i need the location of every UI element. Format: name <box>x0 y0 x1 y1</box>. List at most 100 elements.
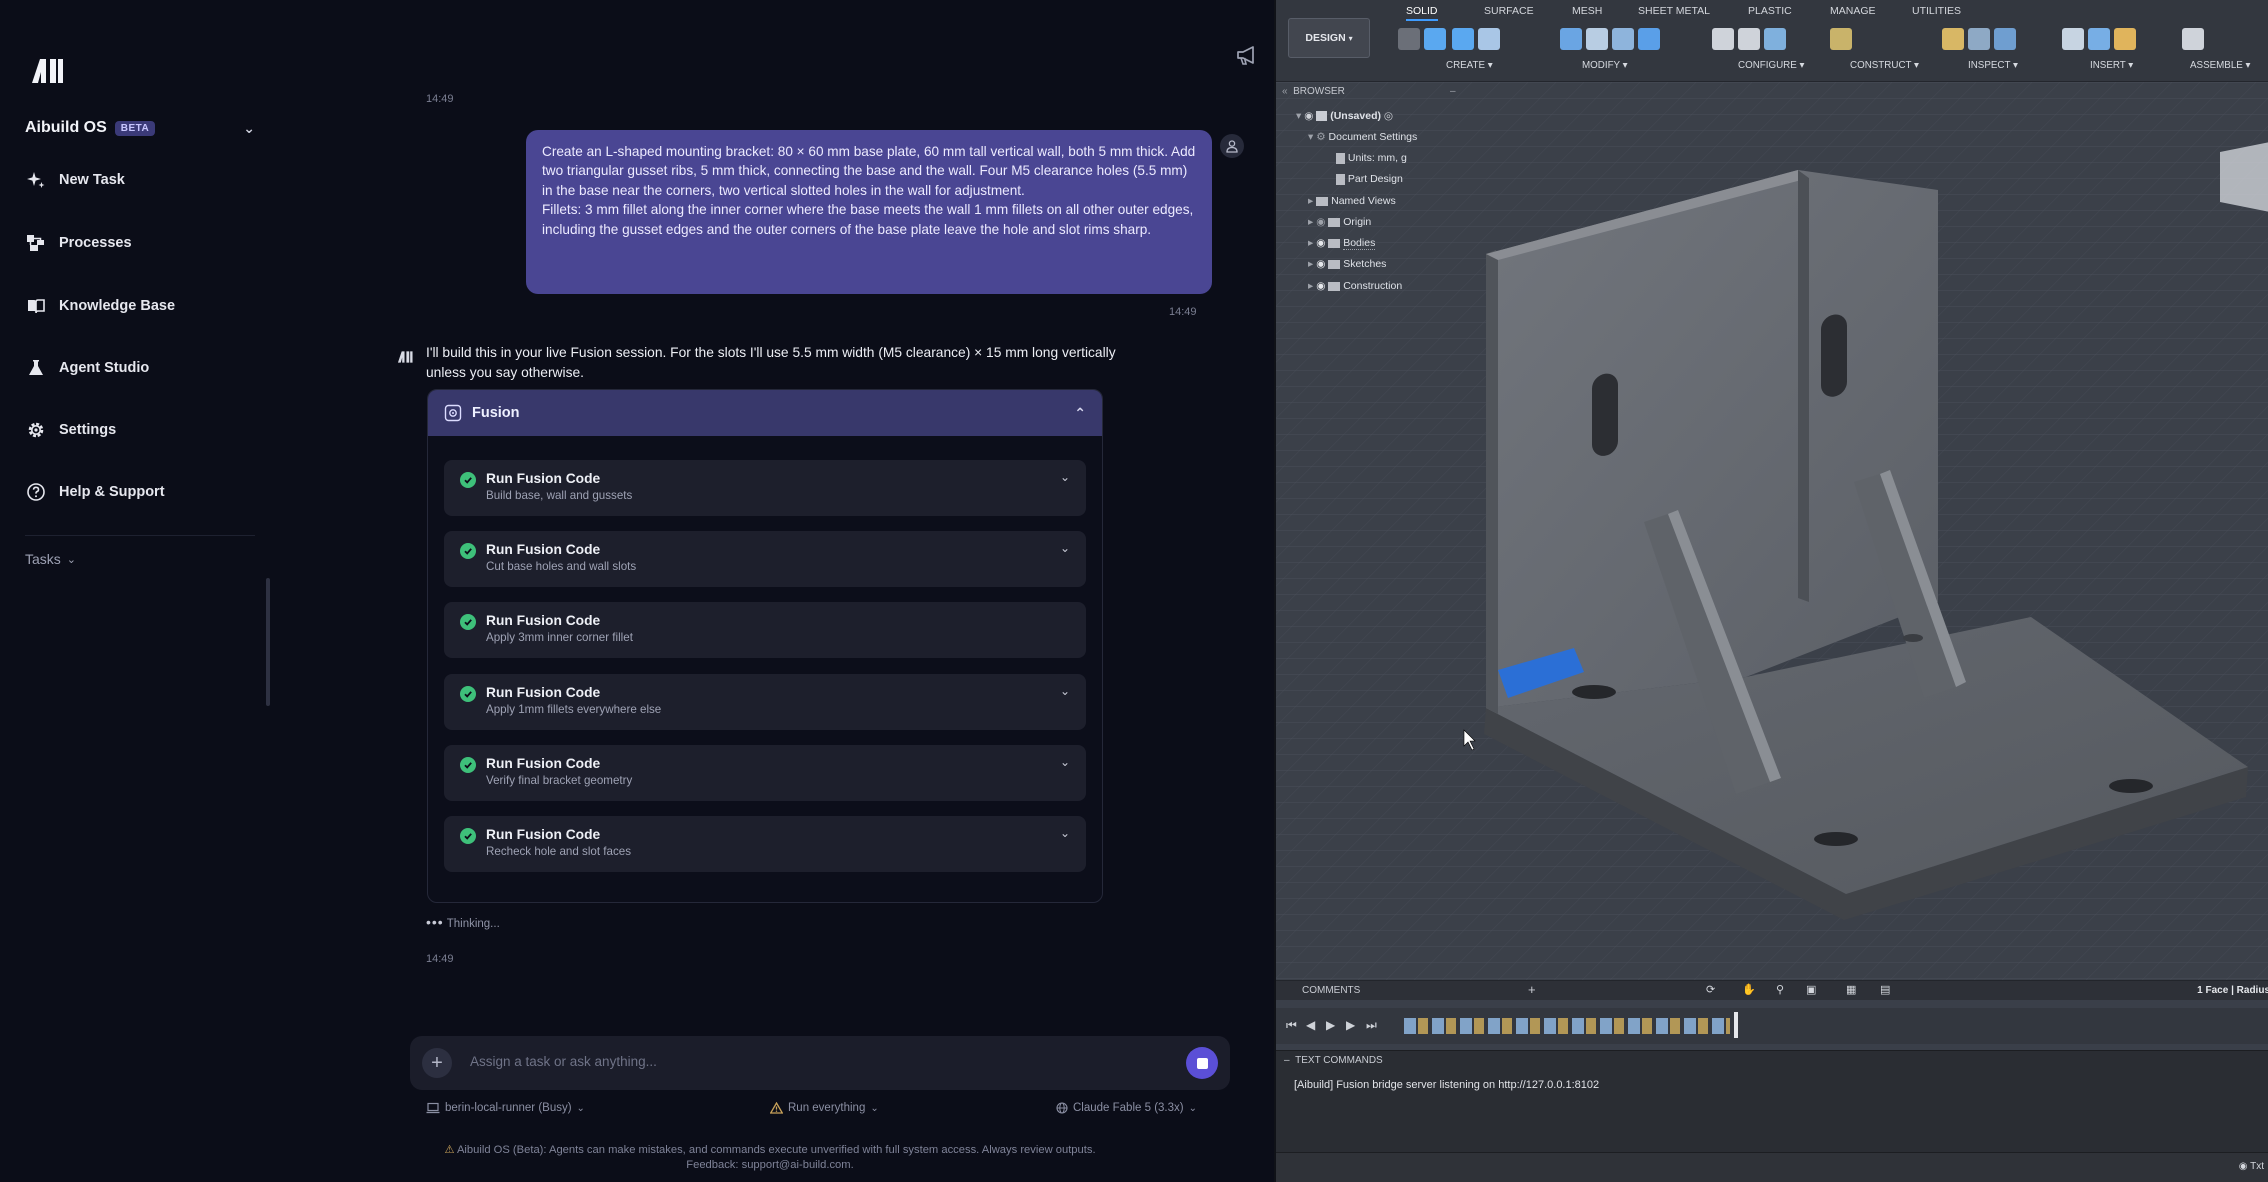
tab-plastic[interactable]: PLASTIC <box>1748 5 1792 17</box>
announcements-icon[interactable] <box>1234 42 1260 68</box>
tab-manage[interactable]: MANAGE <box>1830 5 1876 17</box>
tool-step[interactable]: Run Fusion Code Verify final bracket geo… <box>444 745 1086 801</box>
tab-surface[interactable]: SURFACE <box>1484 5 1534 17</box>
tree-part-design[interactable]: Part Design <box>1336 173 1403 185</box>
fillet-icon[interactable] <box>1586 28 1608 50</box>
tab-mesh[interactable]: MESH <box>1572 5 1602 17</box>
tab-sheet-metal[interactable]: SHEET METAL <box>1638 5 1710 17</box>
create-sketch-icon[interactable] <box>1398 28 1420 50</box>
browser-title: BROWSER <box>1293 86 1345 97</box>
hole-icon[interactable] <box>1478 28 1500 50</box>
fusion-card-header[interactable]: Fusion ⌃ <box>428 390 1102 436</box>
nav-knowledge-base[interactable]: Knowledge Base <box>25 291 265 321</box>
workspace-dropdown[interactable]: DESIGN ▾ <box>1288 18 1370 58</box>
shell-icon[interactable] <box>1612 28 1634 50</box>
parameters-icon[interactable] <box>1712 28 1734 50</box>
chevron-down-icon[interactable]: ⌄ <box>1060 684 1070 698</box>
tree-document-settings[interactable]: ▾ ⚙ Document Settings <box>1308 131 1417 143</box>
offset-plane-icon[interactable] <box>1830 28 1852 50</box>
measure-icon[interactable] <box>1942 28 1964 50</box>
group-inspect[interactable]: INSPECT ▾ <box>1968 60 2018 71</box>
press-pull-icon[interactable] <box>1560 28 1582 50</box>
combine-icon[interactable] <box>1638 28 1660 50</box>
text-commands-input[interactable] <box>1276 1152 2268 1182</box>
group-construct[interactable]: CONSTRUCT ▾ <box>1850 60 1919 71</box>
timeline-features[interactable] <box>1404 1018 1730 1034</box>
tasks-section-toggle[interactable]: Tasks ⌄ <box>25 551 76 567</box>
add-comment-icon[interactable]: + <box>1528 982 1536 997</box>
group-modify[interactable]: MODIFY ▾ <box>1582 60 1628 71</box>
tree-origin[interactable]: ▸ ◉ Origin <box>1308 216 1371 228</box>
configure-icon[interactable] <box>1764 28 1786 50</box>
insert-mcmaster-icon[interactable] <box>2114 28 2136 50</box>
eye-icon[interactable]: ◉ <box>1316 237 1325 249</box>
timeline-end-icon[interactable]: ⏭ <box>1366 1018 1377 1033</box>
display-settings-icon[interactable]: ▣ <box>1806 983 1816 996</box>
nav-settings[interactable]: Settings <box>25 415 265 445</box>
chevron-down-icon: ⌄ <box>243 119 255 136</box>
browser-header[interactable]: « BROWSER – <box>1282 86 1462 100</box>
nav-help-support[interactable]: Help & Support <box>25 477 265 507</box>
chevron-down-icon[interactable]: ⌄ <box>1060 541 1070 555</box>
pan-icon[interactable]: ✋ <box>1742 983 1756 996</box>
tree-construction[interactable]: ▸ ◉ Construction <box>1308 280 1402 292</box>
tree-units[interactable]: Units: mm, g <box>1336 152 1407 164</box>
new-component-icon[interactable] <box>2182 28 2204 50</box>
grid-icon[interactable]: ▦ <box>1846 983 1856 996</box>
model-selector[interactable]: Claude Fable 5 (3.3x) ⌄ <box>1056 1102 1197 1114</box>
timeline-marker[interactable] <box>1734 1012 1738 1038</box>
timeline-prev-icon[interactable]: ◀ <box>1306 1018 1315 1032</box>
nav-processes[interactable]: Processes <box>25 228 265 258</box>
chevron-down-icon[interactable]: ⌄ <box>1060 755 1070 769</box>
section-analysis-icon[interactable] <box>1994 28 2016 50</box>
orbit-icon[interactable]: ⟳ <box>1706 983 1715 996</box>
nav-agent-studio[interactable]: Agent Studio <box>25 353 265 383</box>
3d-viewport[interactable] <box>1276 82 2268 982</box>
viewports-icon[interactable]: ▤ <box>1880 983 1890 996</box>
eye-icon[interactable]: ◉ <box>1316 280 1325 292</box>
view-cube[interactable] <box>2220 142 2268 212</box>
workspace-switcher[interactable]: Aibuild OS BETA ⌄ <box>25 116 255 140</box>
chevron-down-icon[interactable]: ⌄ <box>1060 470 1070 484</box>
tab-solid[interactable]: SOLID <box>1406 5 1438 21</box>
tree-bodies[interactable]: ▸ ◉ Bodies <box>1308 237 1376 250</box>
attach-button[interactable]: + <box>422 1048 452 1078</box>
tree-root[interactable]: ▾ ◉ (Unsaved) ◎ <box>1296 110 1393 122</box>
tool-step[interactable]: Run Fusion Code Cut base holes and wall … <box>444 531 1086 587</box>
workspace-name: Aibuild OS <box>25 119 107 136</box>
interference-icon[interactable] <box>1968 28 1990 50</box>
revolve-icon[interactable] <box>1452 28 1474 50</box>
group-configure[interactable]: CONFIGURE ▾ <box>1738 60 1804 71</box>
chat-input[interactable]: Assign a task or ask anything... <box>470 1054 657 1069</box>
timeline-play-icon[interactable]: ▶ <box>1326 1018 1335 1032</box>
tree-sketches[interactable]: ▸ ◉ Sketches <box>1308 258 1386 270</box>
timeline-start-icon[interactable]: ⏮ <box>1286 1018 1297 1033</box>
nav-new-task[interactable]: New Task <box>25 165 265 195</box>
tool-step[interactable]: Run Fusion Code Apply 3mm inner corner f… <box>444 602 1086 658</box>
stop-button[interactable] <box>1186 1047 1218 1079</box>
chevron-up-icon[interactable]: ⌃ <box>1074 405 1086 422</box>
runner-selector[interactable]: berin-local-runner (Busy) ⌄ <box>426 1102 585 1114</box>
group-assemble[interactable]: ASSEMBLE ▾ <box>2190 60 2250 71</box>
zoom-icon[interactable]: ⚲ <box>1776 983 1784 996</box>
extrude-icon[interactable] <box>1424 28 1446 50</box>
insert-image-icon[interactable] <box>2088 28 2110 50</box>
tab-utilities[interactable]: UTILITIES <box>1912 5 1961 17</box>
chevron-down-icon: ⌄ <box>576 1102 585 1114</box>
permission-selector[interactable]: Run everything ⌄ <box>770 1102 879 1114</box>
tool-step[interactable]: Run Fusion Code Apply 1mm fillets everyw… <box>444 674 1086 730</box>
tool-step[interactable]: Run Fusion Code Recheck hole and slot fa… <box>444 816 1086 872</box>
eye-icon[interactable]: ◉ <box>1316 258 1325 270</box>
group-create[interactable]: CREATE ▾ <box>1446 60 1493 71</box>
text-commands-title[interactable]: – TEXT COMMANDS <box>1284 1055 1383 1066</box>
tree-named-views[interactable]: ▸ Named Views <box>1308 195 1396 207</box>
timeline-next-icon[interactable]: ▶ <box>1346 1018 1355 1032</box>
comments-label[interactable]: COMMENTS <box>1302 985 1360 996</box>
table-icon[interactable] <box>1738 28 1760 50</box>
eye-icon[interactable]: ◉ <box>1316 216 1325 228</box>
tool-step[interactable]: Run Fusion Code Build base, wall and gus… <box>444 460 1086 516</box>
group-insert[interactable]: INSERT ▾ <box>2090 60 2133 71</box>
txt-toggle[interactable]: ◉ Txt <box>2239 1161 2264 1172</box>
chevron-down-icon[interactable]: ⌄ <box>1060 826 1070 840</box>
insert-derive-icon[interactable] <box>2062 28 2084 50</box>
